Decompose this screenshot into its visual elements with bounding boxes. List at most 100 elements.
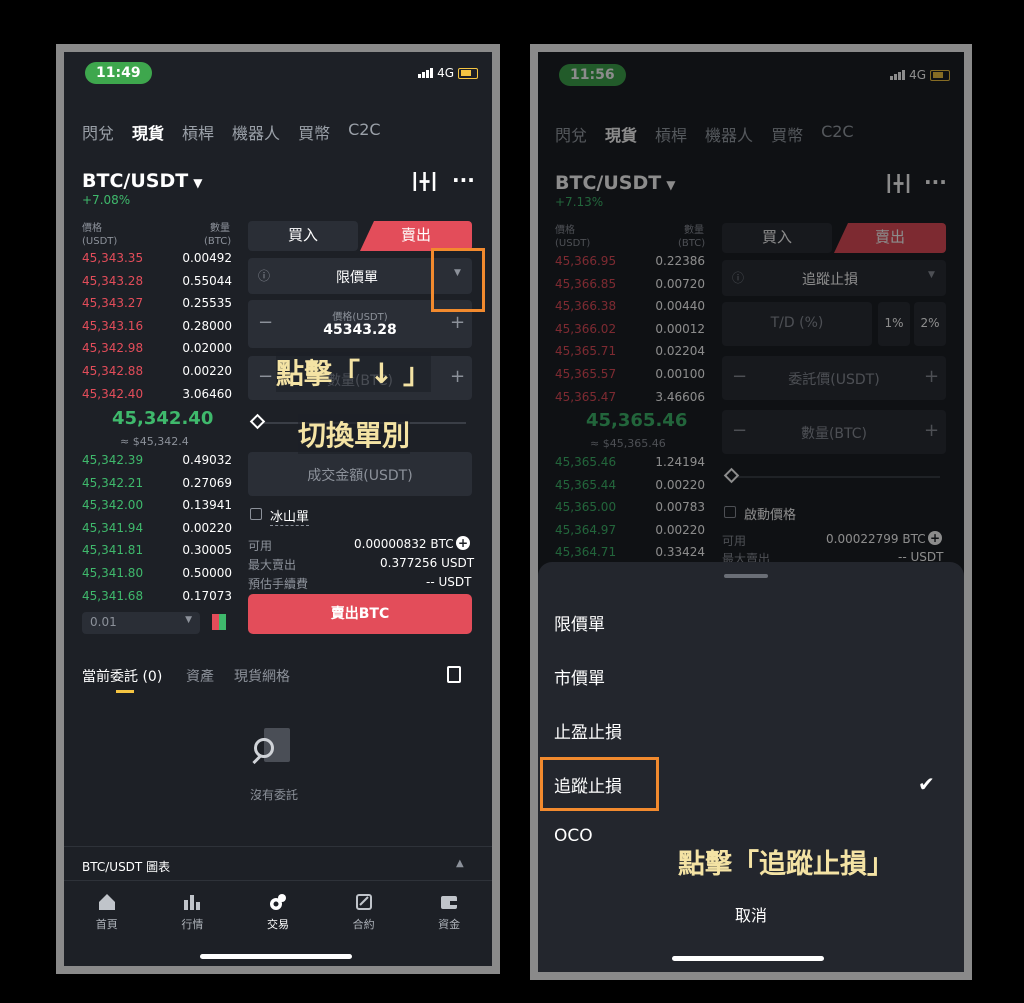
bid-row[interactable]: 45,342.00 0.13941 xyxy=(82,498,232,512)
fee-label: 預估手續費 xyxy=(248,577,309,591)
more-icon[interactable]: ··· xyxy=(452,168,475,192)
row-price: 45,343.28 xyxy=(82,273,144,288)
sell-tab[interactable]: 賣出 xyxy=(360,221,472,251)
ask-row[interactable]: 45,342.88 0.00220 xyxy=(82,364,232,378)
ask-row[interactable]: 45,342.98 0.02000 xyxy=(82,341,232,355)
tab-c2c[interactable]: C2C xyxy=(348,120,381,144)
empty-orders-text: 沒有委託 xyxy=(250,788,299,802)
row-price: 45,343.35 xyxy=(82,251,144,265)
row-qty: 3.06460 xyxy=(182,386,232,401)
phone-frame-right: 11:56 4G 閃兌 現貨 槓桿 機器人 買幣 C2C BTC/USDT ▼ … xyxy=(530,44,972,980)
ask-row[interactable]: 45,343.27 0.25535 xyxy=(82,296,232,310)
tab-swap[interactable]: 閃兌 xyxy=(82,120,114,144)
phone-screen-left: 11:49 4G 閃兌 現貨 槓桿 機器人 買幣 C2C BTC/USDT ▼ … xyxy=(64,52,492,966)
network-label: 4G xyxy=(437,66,454,80)
info-icon: ⓘ xyxy=(258,269,271,283)
row-qty: 0.00220 xyxy=(182,520,232,535)
row-price: 45,343.27 xyxy=(82,296,144,311)
tab-assets[interactable]: 資產 xyxy=(186,666,214,686)
chart-bar-title[interactable]: BTC/USDT 圖表 xyxy=(82,858,170,875)
row-qty: 0.13941 xyxy=(182,498,232,513)
iceberg-checkbox[interactable] xyxy=(250,508,262,520)
bid-row[interactable]: 45,342.39 0.49032 xyxy=(82,453,232,467)
available-value: 0.00000832 BTC xyxy=(354,537,454,551)
nav-trade[interactable]: 交易 xyxy=(267,892,289,932)
phone-screen-right: 11:56 4G 閃兌 現貨 槓桿 機器人 買幣 C2C BTC/USDT ▼ … xyxy=(538,52,964,972)
sheet-handle[interactable] xyxy=(724,574,768,578)
nav-markets[interactable]: 行情 xyxy=(181,892,203,932)
total-placeholder: 成交金額(USDT) xyxy=(307,468,413,484)
tab-open-orders[interactable]: 當前委託 (0) xyxy=(82,666,162,686)
tab-spot-grid[interactable]: 現貨網格 xyxy=(234,666,290,686)
row-qty: 0.25535 xyxy=(182,296,232,311)
row-qty: 0.00220 xyxy=(182,364,232,378)
wallet-icon xyxy=(439,892,459,912)
last-price-usd: ≈ $45,342.4 xyxy=(120,435,189,448)
row-qty: 0.28000 xyxy=(182,318,232,333)
annotation-switch-type: 切換單別 xyxy=(298,414,411,454)
bid-row[interactable]: 45,341.68 0.17073 xyxy=(82,589,232,603)
iceberg-label: 冰山單 xyxy=(270,506,310,526)
bid-row[interactable]: 45,341.94 0.00220 xyxy=(82,521,232,535)
depth-mode-icon[interactable] xyxy=(212,614,226,630)
total-input[interactable]: 成交金額(USDT) xyxy=(248,452,472,496)
bid-row[interactable]: 45,342.21 0.27069 xyxy=(82,476,232,490)
nav-futures[interactable]: 合約 xyxy=(353,892,375,932)
status-time: 11:49 xyxy=(85,62,152,84)
ask-row[interactable]: 45,343.16 0.28000 xyxy=(82,319,232,333)
add-funds-icon[interactable]: + xyxy=(456,536,470,550)
row-price: 45,342.88 xyxy=(82,364,144,378)
bid-row[interactable]: 45,341.81 0.30005 xyxy=(82,543,232,557)
tab-spot[interactable]: 現貨 xyxy=(132,120,164,144)
row-price: 45,341.94 xyxy=(82,520,144,535)
tab-margin[interactable]: 槓桿 xyxy=(182,120,214,144)
tab-bot[interactable]: 機器人 xyxy=(232,120,280,144)
ask-row[interactable]: 45,343.28 0.55044 xyxy=(82,274,232,288)
depth-select[interactable]: 0.01 ▼ xyxy=(82,612,200,634)
highlight-dropdown xyxy=(431,248,485,312)
ask-row[interactable]: 45,342.40 3.06460 xyxy=(82,387,232,401)
row-price: 45,343.16 xyxy=(82,318,144,333)
bid-row[interactable]: 45,341.80 0.50000 xyxy=(82,566,232,580)
row-price: 45,342.40 xyxy=(82,386,144,401)
chevron-up-icon[interactable]: ▲ xyxy=(456,858,464,869)
annotation-click-arrow: 點擊「 ↓ 」 xyxy=(276,352,431,392)
option-limit[interactable]: 限價單 xyxy=(554,610,605,635)
row-price: 45,341.80 xyxy=(82,566,144,580)
price-change: +7.08% xyxy=(82,193,131,207)
slider-handle[interactable] xyxy=(249,413,266,430)
home-indicator xyxy=(200,954,352,959)
row-price: 45,342.21 xyxy=(82,475,144,490)
nav-home[interactable]: 首頁 xyxy=(96,892,118,932)
divider xyxy=(64,846,492,847)
candlestick-icon[interactable]: ┃╋┃ xyxy=(410,172,439,191)
row-price: 45,342.00 xyxy=(82,498,144,513)
option-market[interactable]: 市價單 xyxy=(554,664,605,689)
fee-value: -- USDT xyxy=(426,575,472,589)
check-icon: ✔ xyxy=(918,772,935,796)
row-qty: 0.02000 xyxy=(182,341,232,356)
nav-funds[interactable]: 資金 xyxy=(438,892,460,932)
plus-icon[interactable]: + xyxy=(450,366,465,387)
option-stop-limit[interactable]: 止盈止損 xyxy=(554,718,622,743)
price-input-value: 45343.28 xyxy=(323,322,397,338)
trade-icon xyxy=(268,892,288,912)
option-oco[interactable]: OCO xyxy=(554,826,593,846)
status-indicators: 4G xyxy=(418,66,478,80)
sell-btc-button[interactable]: 賣出BTC xyxy=(248,594,472,634)
tab-buy-crypto[interactable]: 買幣 xyxy=(298,120,330,144)
cancel-button[interactable]: 取消 xyxy=(538,902,964,926)
pair-selector[interactable]: BTC/USDT ▼ xyxy=(82,170,203,192)
annotation-click-trailing: 點擊「追蹤止損」 xyxy=(678,849,894,880)
row-price: 45,341.68 xyxy=(82,588,144,603)
divider xyxy=(64,880,492,881)
row-qty: 0.55044 xyxy=(182,273,232,288)
home-icon xyxy=(97,892,117,912)
order-history-icon[interactable] xyxy=(447,666,461,683)
signal-icon xyxy=(418,68,434,78)
row-qty: 0.17073 xyxy=(182,588,232,603)
ask-row[interactable]: 45,343.35 0.00492 xyxy=(82,251,232,265)
available-label: 可用 xyxy=(248,539,273,553)
plus-icon[interactable]: + xyxy=(450,312,465,333)
buy-tab[interactable]: 買入 xyxy=(248,221,358,251)
